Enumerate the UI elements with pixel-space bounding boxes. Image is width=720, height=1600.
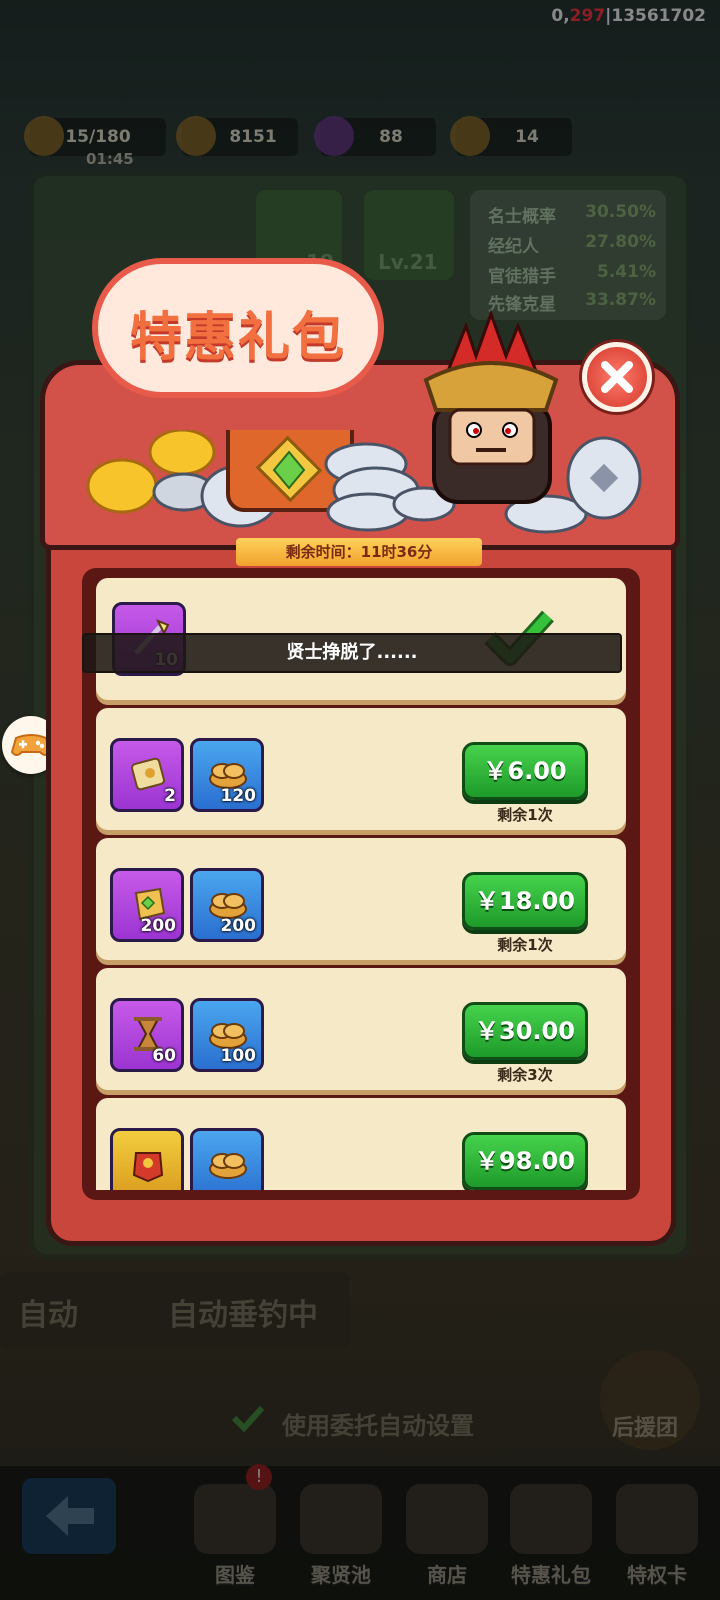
buy-button[interactable]: ￥6.00 xyxy=(462,742,588,800)
pack-card: 200 200 ￥18.00 剩余1次 xyxy=(96,838,626,960)
countdown-timer: 剩余时间：11时36分 xyxy=(236,538,482,566)
remaining-purchases: 剩余1次 xyxy=(497,806,553,824)
buy-button[interactable]: ￥18.00 xyxy=(462,872,588,930)
remaining-purchases: 剩余1次 xyxy=(497,936,553,954)
pack-card: 60 100 ￥30.00 剩余3次 xyxy=(96,968,626,1090)
toast-message: 贤士挣脱了...... xyxy=(82,633,622,673)
reward-item[interactable]: 60 xyxy=(110,998,184,1072)
close-icon xyxy=(601,361,633,393)
scroll-icon xyxy=(131,757,165,791)
pack-card: 2 120 ￥6.00 剩余1次 xyxy=(96,708,626,830)
remaining-purchases: 剩余3次 xyxy=(497,1066,553,1084)
buy-button[interactable]: ￥30.00 xyxy=(462,1002,588,1060)
reward-item[interactable]: 200 xyxy=(110,868,184,942)
popup-title: 特惠礼包 xyxy=(129,307,346,368)
reward-item[interactable] xyxy=(190,1128,264,1190)
reward-item[interactable]: 100 xyxy=(190,998,264,1072)
hero-character xyxy=(406,306,576,516)
armor-icon xyxy=(132,1152,164,1183)
close-button[interactable] xyxy=(582,342,652,412)
buy-button[interactable]: ￥98.00 xyxy=(462,1132,588,1190)
bread-icon xyxy=(209,1153,247,1179)
reward-item[interactable]: 120 xyxy=(190,738,264,812)
pack-card: ￥98.00 xyxy=(96,1098,626,1190)
reward-item[interactable]: 200 xyxy=(190,868,264,942)
reward-item[interactable]: 2 xyxy=(110,738,184,812)
reward-item[interactable] xyxy=(110,1128,184,1190)
